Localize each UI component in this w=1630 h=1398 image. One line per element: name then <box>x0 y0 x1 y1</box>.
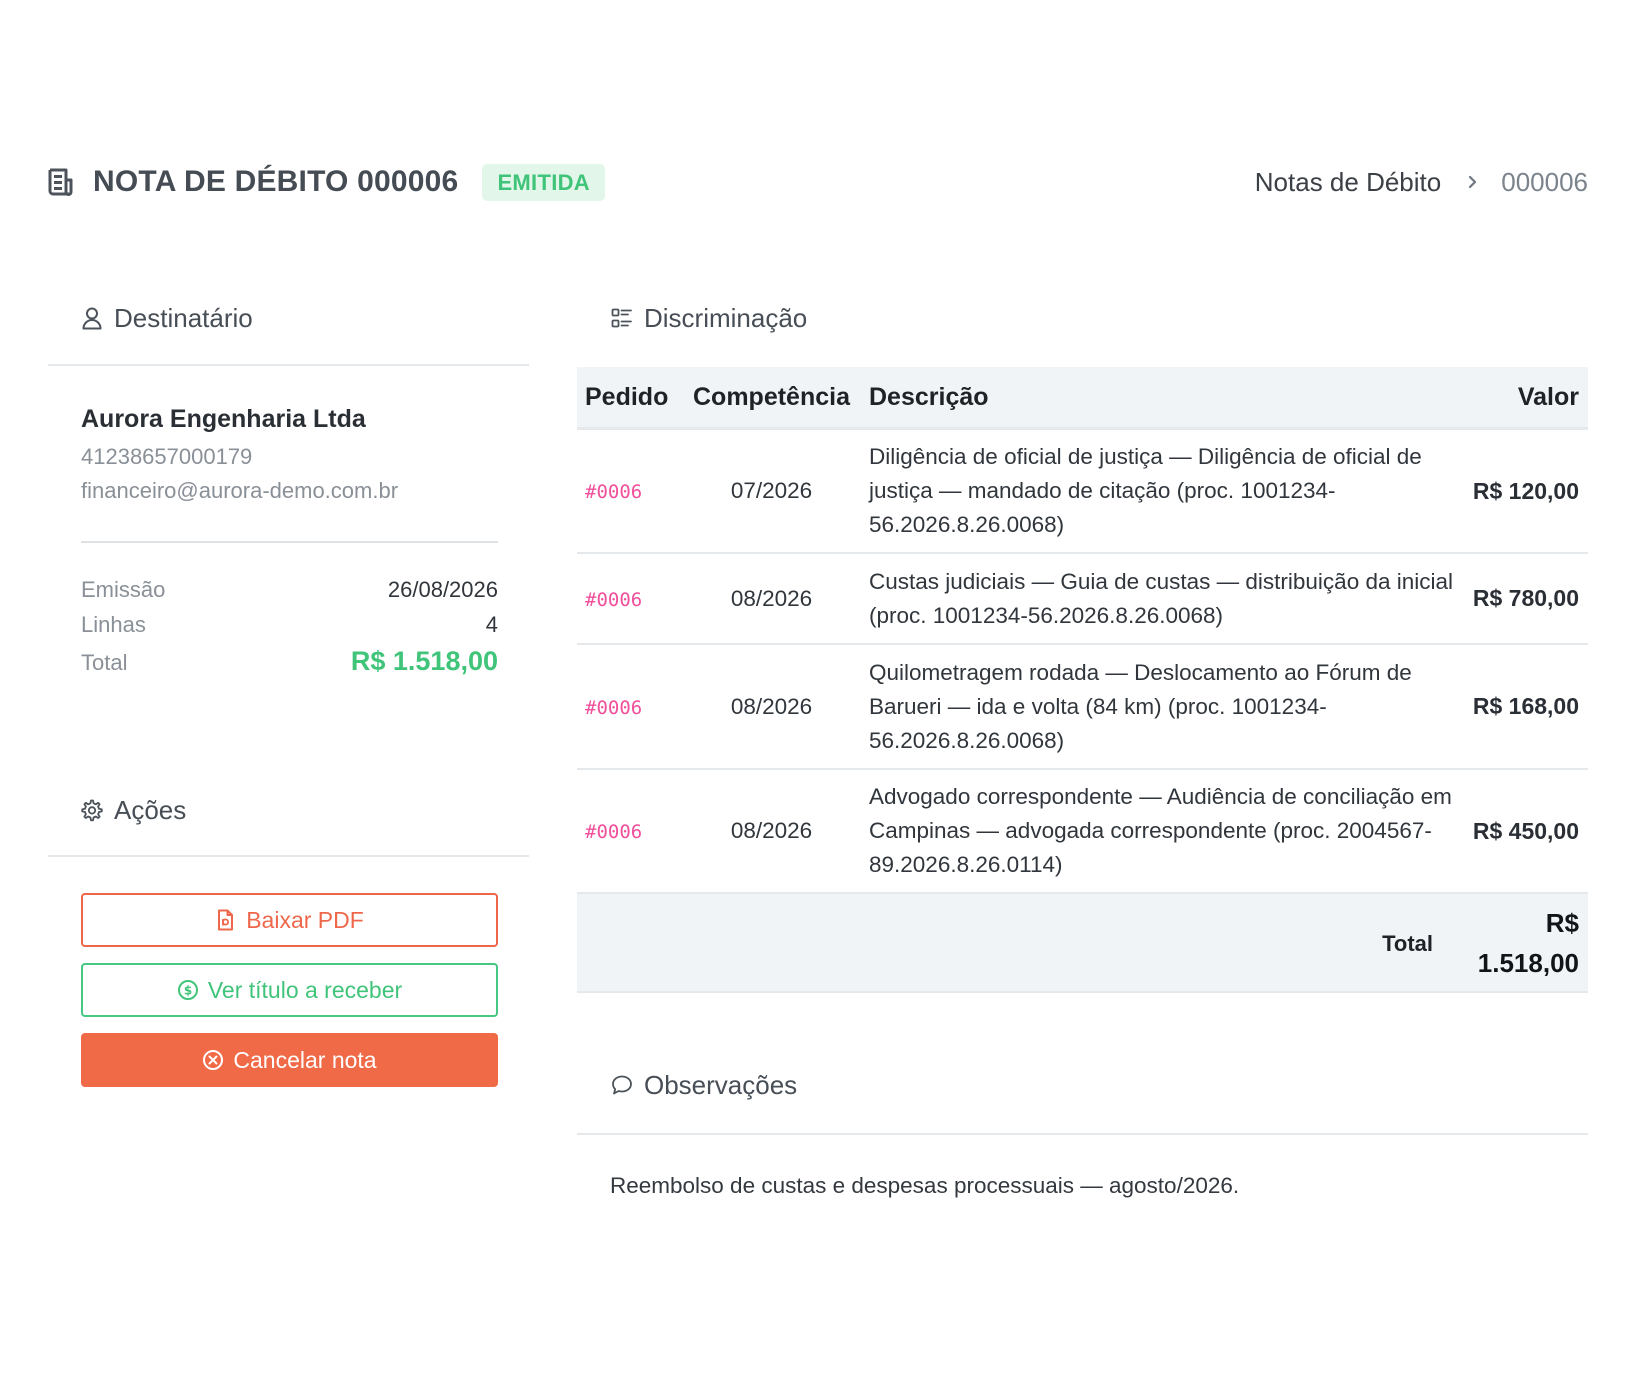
meta-linhas-label: Linhas <box>81 612 146 637</box>
column-header-pedido: Pedido <box>585 382 669 411</box>
description-cell: Advogado correspondente — Audiência de c… <box>869 784 1452 877</box>
user-icon <box>80 306 104 330</box>
recipient-section-header: Destinatário <box>80 300 253 336</box>
receipt-icon <box>48 167 76 197</box>
notes-section-header: Observações <box>610 1067 797 1103</box>
order-link[interactable]: #0006 <box>585 589 642 611</box>
view-receivable-label: Ver título a receber <box>207 976 403 1003</box>
meta-row-emissao: Emissão 26/08/2026 <box>81 577 498 603</box>
items-section-header: Discriminação <box>610 300 807 336</box>
recipient-email: financeiro@aurora-demo.com.br <box>81 478 399 503</box>
order-cell: #0006 <box>577 478 680 504</box>
competence-cell: 08/2026 <box>730 693 813 719</box>
cancel-note-button[interactable]: Cancelar nota <box>81 1033 498 1087</box>
column-header-descricao: Descrição <box>869 382 989 411</box>
order-link[interactable]: #0006 <box>585 697 642 719</box>
table-row: #0006 08/2026 Quilometragem rodada — Des… <box>577 645 1588 770</box>
recipient-section-title: Destinatário <box>114 302 253 333</box>
page-title: NOTA DE DÉBITO 000006 <box>93 165 459 198</box>
recipient-divider <box>48 364 529 366</box>
items-section-title: Discriminação <box>644 302 808 333</box>
description-cell: Quilometragem rodada — Deslocamento ao F… <box>869 659 1412 753</box>
cancel-note-label: Cancelar nota <box>233 1046 377 1073</box>
coin-icon: $ <box>177 979 199 1001</box>
order-cell: #0006 <box>577 694 680 720</box>
notes-section-title: Observações <box>644 1069 798 1100</box>
competence-cell: 08/2026 <box>730 818 813 843</box>
download-pdf-label: Baixar PDF <box>246 906 364 933</box>
notes-divider <box>577 1133 1588 1135</box>
notes-text: Reembolso de custas e despesas processua… <box>610 1173 1240 1198</box>
meta-total-label: Total <box>81 650 128 675</box>
competence-cell: 07/2026 <box>730 478 813 503</box>
table-header-row: Pedido Competência Descrição Valor <box>577 367 1588 430</box>
meta-total-value: R$ 1.518,00 <box>350 646 498 676</box>
table-row: #0006 08/2026 Advogado correspondente — … <box>577 770 1588 894</box>
recipient-inner-divider <box>81 541 498 543</box>
table-row: #0006 08/2026 Custas judiciais — Guia de… <box>577 554 1588 645</box>
status-badge: EMITIDA <box>482 163 605 201</box>
order-link[interactable]: #0006 <box>585 821 642 843</box>
value-cell: R$ 450,00 <box>1472 817 1579 844</box>
breadcrumb-current: 000006 <box>1501 166 1588 197</box>
table-total-label: Total <box>1382 930 1433 956</box>
table-row: #0006 07/2026 Diligência de oficial de j… <box>577 430 1588 554</box>
order-cell: #0006 <box>577 818 680 844</box>
cancel-circle-icon <box>202 1049 224 1071</box>
meta-emissao-value: 26/08/2026 <box>387 577 498 602</box>
actions-section-title: Ações <box>114 794 187 825</box>
description-cell: Diligência de oficial de justiça — Dilig… <box>869 444 1422 537</box>
chevron-right-icon <box>1467 174 1479 190</box>
value-cell: R$ 780,00 <box>1472 585 1579 611</box>
meta-row-total: Total R$ 1.518,00 <box>81 646 498 677</box>
actions-divider <box>48 855 529 857</box>
svg-text:$: $ <box>184 984 192 998</box>
meta-linhas-value: 4 <box>485 612 498 637</box>
meta-row-linhas: Linhas 4 <box>81 612 498 638</box>
description-cell: Custas judiciais — Guia de custas — dist… <box>869 568 1454 628</box>
download-pdf-button[interactable]: Baixar PDF <box>81 893 498 947</box>
breadcrumb-parent-link[interactable]: Notas de Débito <box>1255 167 1441 198</box>
file-pdf-icon <box>215 909 237 931</box>
view-receivable-button[interactable]: $ Ver título a receber <box>81 963 498 1017</box>
items-table: Pedido Competência Descrição Valor #0006… <box>577 367 1588 993</box>
column-header-valor: Valor <box>1517 382 1579 411</box>
recipient-name: Aurora Engenharia Ltda <box>81 405 366 433</box>
breadcrumb: Notas de Débito 000006 <box>1255 160 1588 204</box>
value-cell: R$ 168,00 <box>1472 693 1579 719</box>
table-total-value: R$ 1.518,00 <box>1477 907 1579 978</box>
list-details-icon <box>610 306 634 330</box>
order-link[interactable]: #0006 <box>585 481 642 503</box>
speech-bubble-icon <box>610 1073 634 1097</box>
page-header: NOTA DE DÉBITO 000006 EMITIDA Notas de D… <box>48 160 1588 204</box>
recipient-document: 41238657000179 <box>81 444 253 469</box>
actions-section-header: Ações <box>80 792 186 828</box>
value-cell: R$ 120,00 <box>1472 477 1579 504</box>
table-total-row: Total R$ 1.518,00 <box>577 894 1588 993</box>
column-header-competencia: Competência <box>693 382 850 411</box>
title-wrap: NOTA DE DÉBITO 000006 EMITIDA <box>48 160 605 204</box>
gear-icon <box>80 798 104 822</box>
meta-emissao-label: Emissão <box>81 577 166 602</box>
order-cell: #0006 <box>577 586 680 612</box>
competence-cell: 08/2026 <box>730 585 813 611</box>
